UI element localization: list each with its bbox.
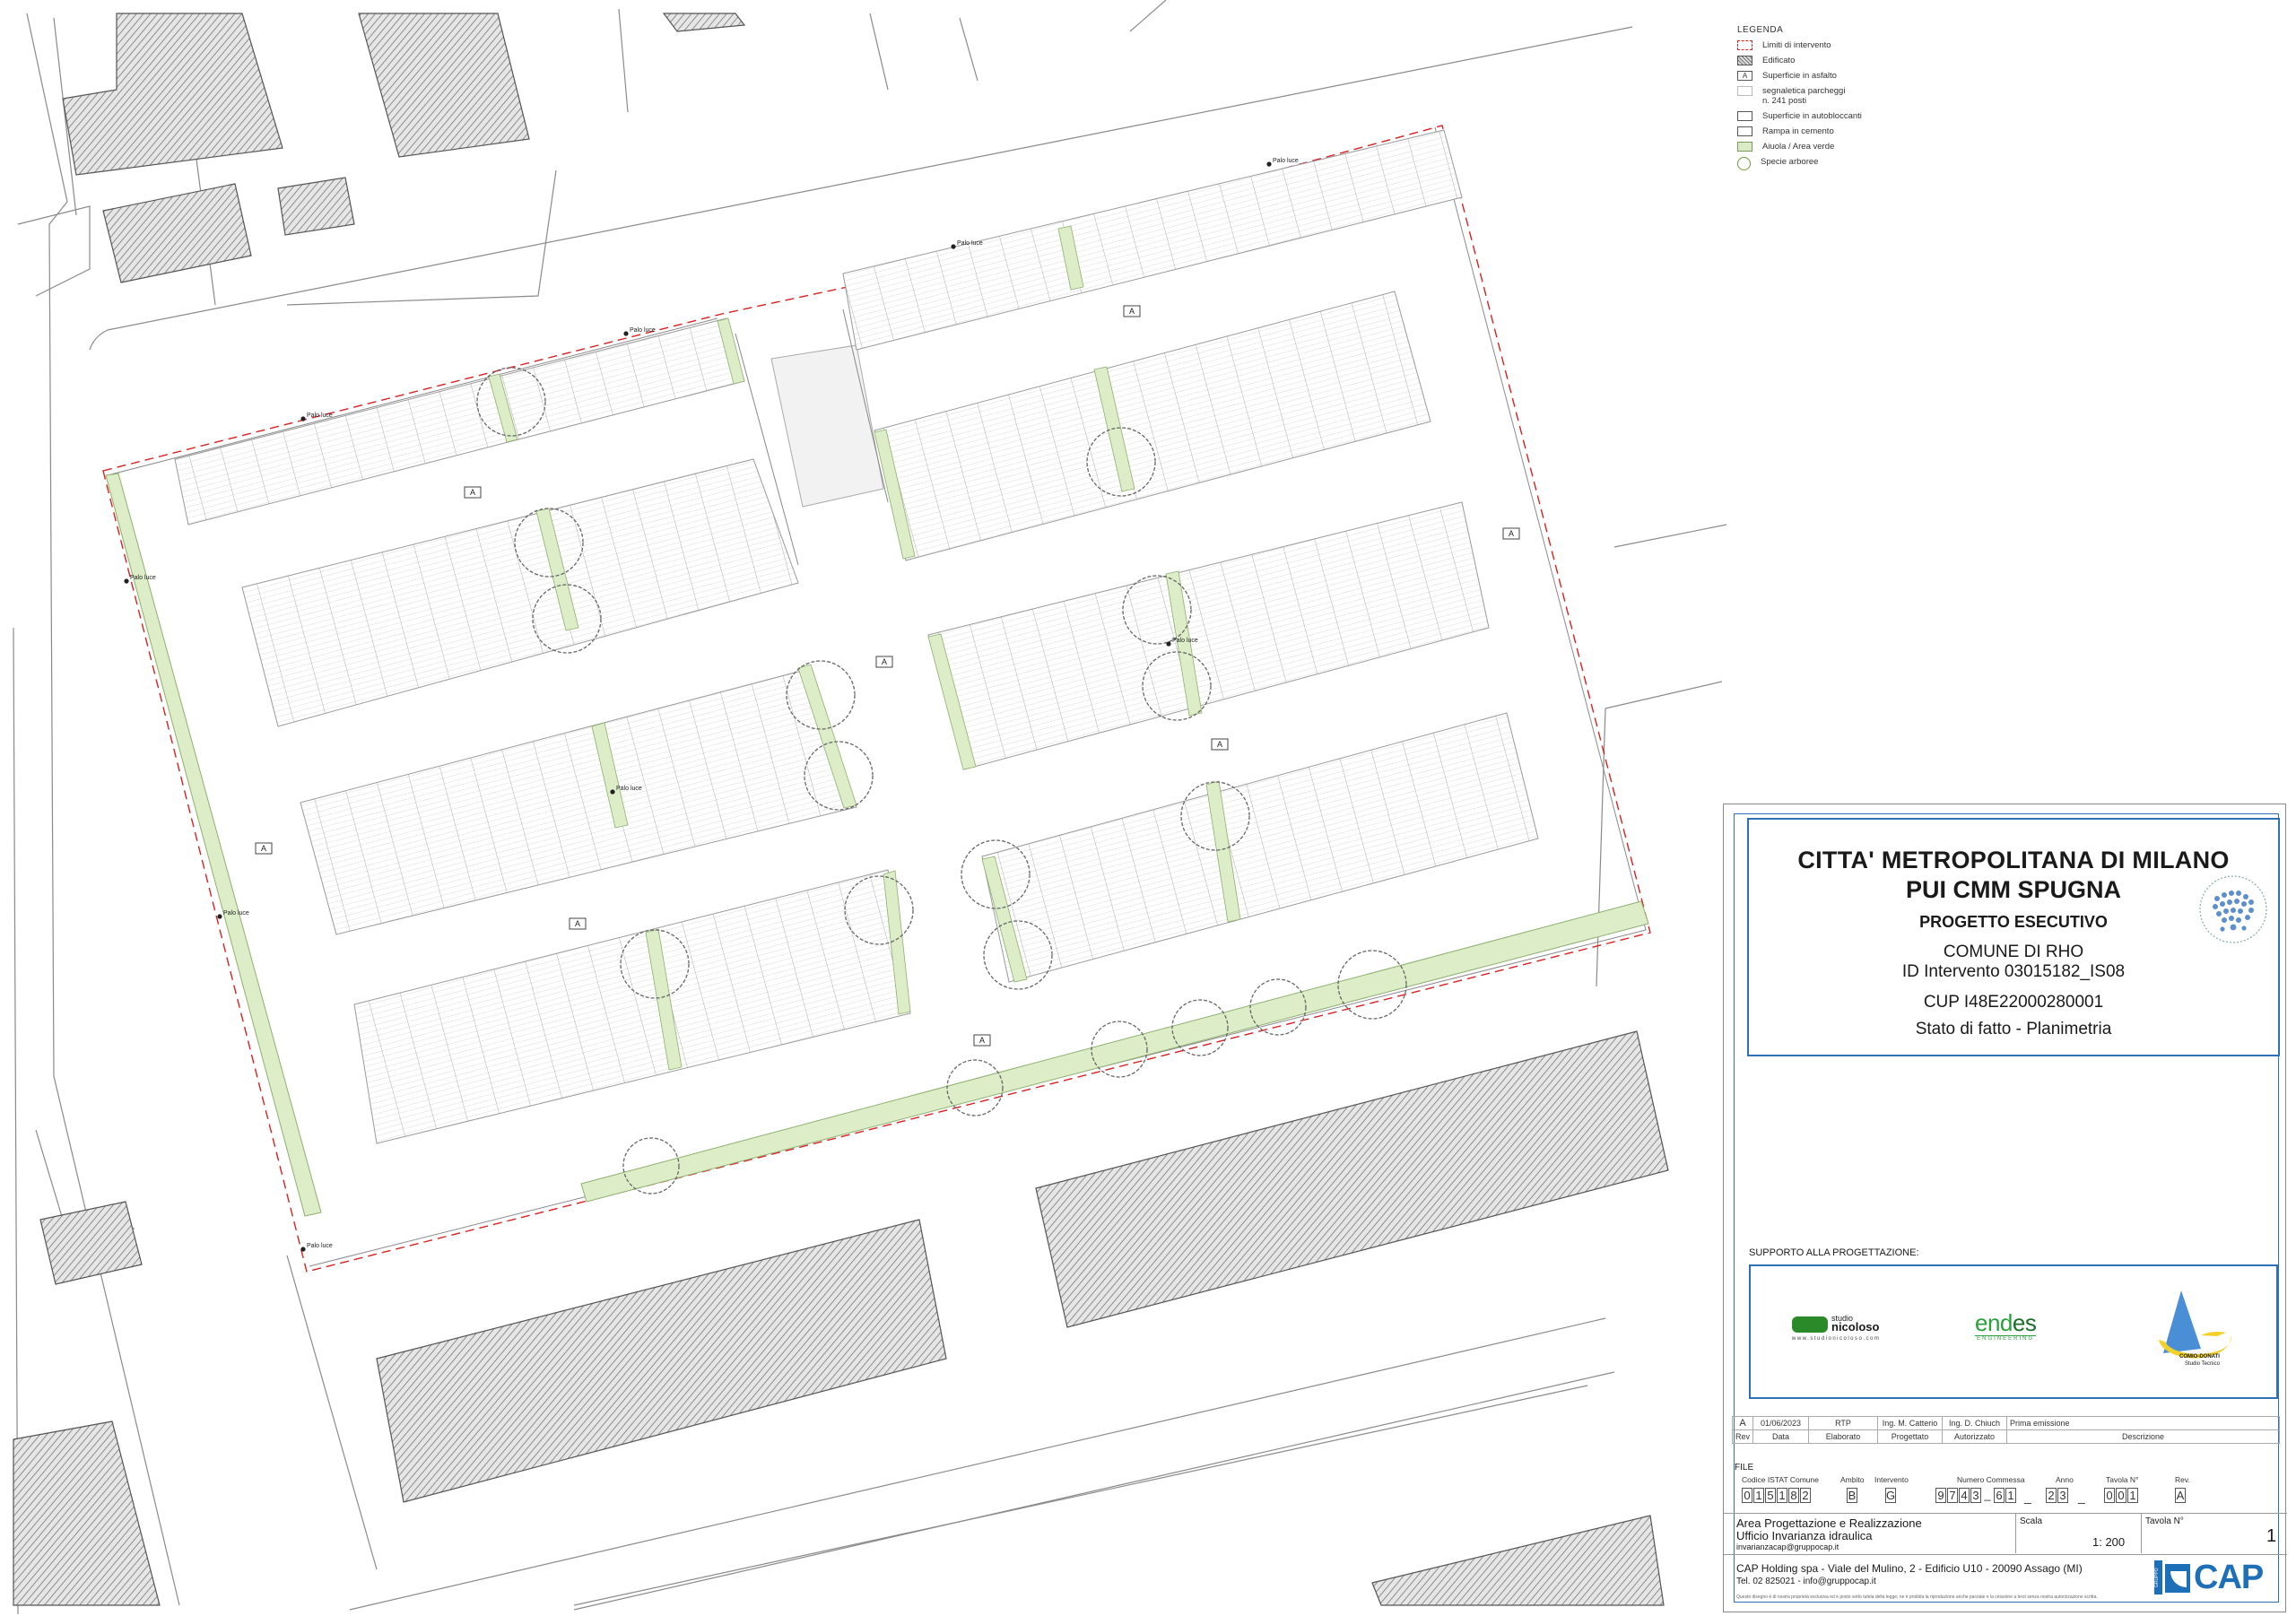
asphalt-mark-text: A bbox=[470, 488, 475, 497]
code-digit: 0 bbox=[2116, 1488, 2126, 1503]
legend-item-boundary: Limiti di intervento bbox=[1737, 40, 1952, 50]
asphalt-mark: A bbox=[973, 1034, 991, 1047]
scale-label: Scala bbox=[2020, 1516, 2043, 1526]
light-pole-label: Palo luce bbox=[957, 240, 983, 247]
title-block: CITTA' METROPOLITANA DI MILANO PUI CMM S… bbox=[1723, 804, 2287, 1614]
legend-item-parking: segnaletica parcheggi n. 241 posti bbox=[1737, 86, 1952, 106]
asphalt-mark: A bbox=[255, 842, 273, 855]
tree-swatch-icon bbox=[1737, 157, 1751, 170]
legend-item-asphalt: A Superficie in asfalto bbox=[1737, 71, 1952, 81]
code-digit: 9 bbox=[1935, 1488, 1946, 1503]
pavers-swatch-icon bbox=[1737, 111, 1752, 121]
legend-title: LEGENDA bbox=[1737, 25, 1784, 35]
tavola-code: 001 bbox=[2104, 1488, 2139, 1503]
site-plan-drawing: A A A A A A A A Palo luce Palo luce Palo… bbox=[13, 0, 1726, 1615]
cup-code: CUP I48E22000280001 bbox=[1923, 993, 2104, 1012]
code-digit: 1 bbox=[1753, 1488, 1764, 1503]
code-digit: 6 bbox=[1994, 1488, 2005, 1503]
istat-code: 015182 bbox=[1742, 1488, 1812, 1503]
code-digit: 1 bbox=[2127, 1488, 2138, 1503]
code-digit: B bbox=[1847, 1488, 1857, 1503]
code-digit: _ bbox=[1984, 1488, 1991, 1501]
code-digit: A bbox=[2175, 1488, 2186, 1503]
cap-logo-icon: GRUPPO CAP bbox=[2154, 1559, 2264, 1596]
file-label: FILE bbox=[1735, 1463, 1754, 1473]
ambito-code: B bbox=[1847, 1488, 1858, 1503]
light-pole: Palo luce bbox=[1266, 158, 1299, 167]
legend-item-built: Edificato bbox=[1737, 56, 1952, 65]
code-digit: 0 bbox=[1742, 1488, 1752, 1503]
office-info: Area Progettazione e Realizzazione Uffic… bbox=[1724, 1513, 2287, 1553]
code-digit: 5 bbox=[1765, 1488, 1776, 1503]
legend-item-ramp: Rampa in cemento bbox=[1737, 126, 1952, 136]
asphalt-mark: A bbox=[875, 656, 893, 668]
client-title: CITTA' METROPOLITANA DI MILANO bbox=[1797, 847, 2230, 873]
asphalt-mark: A bbox=[1123, 305, 1141, 317]
rev-code: A bbox=[2175, 1488, 2187, 1503]
code-digit: 2 bbox=[2046, 1488, 2057, 1503]
light-pole-label: Palo luce bbox=[307, 413, 333, 419]
code-digit: G bbox=[1885, 1488, 1896, 1503]
intervento-code: G bbox=[1885, 1488, 1897, 1503]
hatch-swatch-icon bbox=[1737, 56, 1752, 65]
sheet-label: Tavola N° bbox=[2145, 1516, 2184, 1526]
asphalt-mark-text: A bbox=[1217, 740, 1222, 749]
support-title: SUPPORTO ALLA PROGETTAZIONE: bbox=[1749, 1247, 1919, 1258]
studio-nicoloso-logo-icon: studio nicoloso www.studionicoloso.com bbox=[1792, 1314, 1881, 1342]
light-pole-label: Palo luce bbox=[307, 1243, 333, 1249]
code-digit: 0 bbox=[2104, 1488, 2115, 1503]
code-digit: 3 bbox=[1970, 1488, 1981, 1503]
asphalt-mark-text: A bbox=[882, 657, 887, 666]
light-pole-label: Palo luce bbox=[223, 910, 249, 917]
revision-table: A 01/06/2023 RTP Ing. M. Catterio Ing. D… bbox=[1731, 1416, 2280, 1444]
light-pole-label: Palo luce bbox=[616, 786, 642, 792]
asphalt-mark-text: A bbox=[575, 919, 580, 928]
legend-item-pavers: Superficie in autobloccanti bbox=[1737, 111, 1952, 121]
light-pole: Palo luce bbox=[300, 1243, 333, 1252]
light-pole-label: Palo luce bbox=[1172, 638, 1198, 644]
drawing-title: Stato di fatto - Planimetria bbox=[1915, 1020, 2112, 1038]
legend-item-green: Aiuola / Area verde bbox=[1737, 142, 1952, 152]
boundary-swatch-icon bbox=[1737, 40, 1752, 50]
asphalt-mark-text: A bbox=[1129, 307, 1135, 316]
anno-code: 23 bbox=[2046, 1488, 2069, 1503]
asphalt-mark: A bbox=[1211, 738, 1229, 751]
code-digit: 8 bbox=[1788, 1488, 1799, 1503]
green-swatch-icon bbox=[1737, 142, 1752, 152]
asphalt-mark: A bbox=[464, 486, 482, 499]
support-logos: studio nicoloso www.studionicoloso.com en… bbox=[1749, 1264, 2278, 1399]
scale-value: 1: 200 bbox=[2092, 1535, 2126, 1549]
parking-swatch-icon bbox=[1737, 86, 1752, 96]
intervention-id: ID Intervento 03015182_IS08 bbox=[1901, 962, 2126, 981]
revision-header-row: Rev Data Elaborato Progettato Autorizzat… bbox=[1731, 1429, 2280, 1444]
legend: LEGENDA Limiti di intervento Edificato A… bbox=[1737, 25, 1952, 176]
company-footer: CAP Holding spa - Viale del Mulino, 2 - … bbox=[1724, 1554, 2287, 1614]
asphalt-mark-text: A bbox=[979, 1036, 985, 1045]
revision-row: A 01/06/2023 RTP Ing. M. Catterio Ing. D… bbox=[1731, 1416, 2280, 1430]
light-pole-label: Palo luce bbox=[630, 327, 656, 334]
code-digit: 4 bbox=[1959, 1488, 1970, 1503]
commessa-code: 9 7 4 3 _ 6 1 bbox=[1935, 1488, 2017, 1503]
code-digit: 1 bbox=[1777, 1488, 1787, 1503]
comio-donati-logo-icon: COMIO-DONATI Studio Tecnico bbox=[2145, 1286, 2244, 1380]
asphalt-swatch-icon: A bbox=[1737, 71, 1752, 81]
asphalt-mark: A bbox=[1502, 527, 1520, 540]
cmm-logo-icon bbox=[2199, 875, 2267, 943]
light-pole-label: Palo luce bbox=[1273, 158, 1299, 164]
light-pole-label: Palo luce bbox=[130, 575, 156, 581]
legend-item-trees: Specie arboree bbox=[1737, 157, 1952, 170]
code-digit: 3 bbox=[2057, 1488, 2068, 1503]
project-header: CITTA' METROPOLITANA DI MILANO PUI CMM S… bbox=[1747, 818, 2280, 1056]
ramp-swatch-icon bbox=[1737, 126, 1752, 136]
asphalt-mark-text: A bbox=[1509, 529, 1514, 538]
code-digit: 2 bbox=[1800, 1488, 1811, 1503]
asphalt-mark-text: A bbox=[261, 844, 266, 853]
municipality: COMUNE DI RHO bbox=[1943, 943, 2084, 961]
concrete-ramp bbox=[770, 344, 884, 508]
endes-logo-icon: endes ENGINEERING bbox=[1975, 1309, 2037, 1342]
code-digit: 7 bbox=[1947, 1488, 1958, 1503]
sheet-number: 1 bbox=[2266, 1526, 2277, 1546]
asphalt-mark: A bbox=[569, 917, 587, 930]
code-digit: 1 bbox=[2005, 1488, 2016, 1503]
